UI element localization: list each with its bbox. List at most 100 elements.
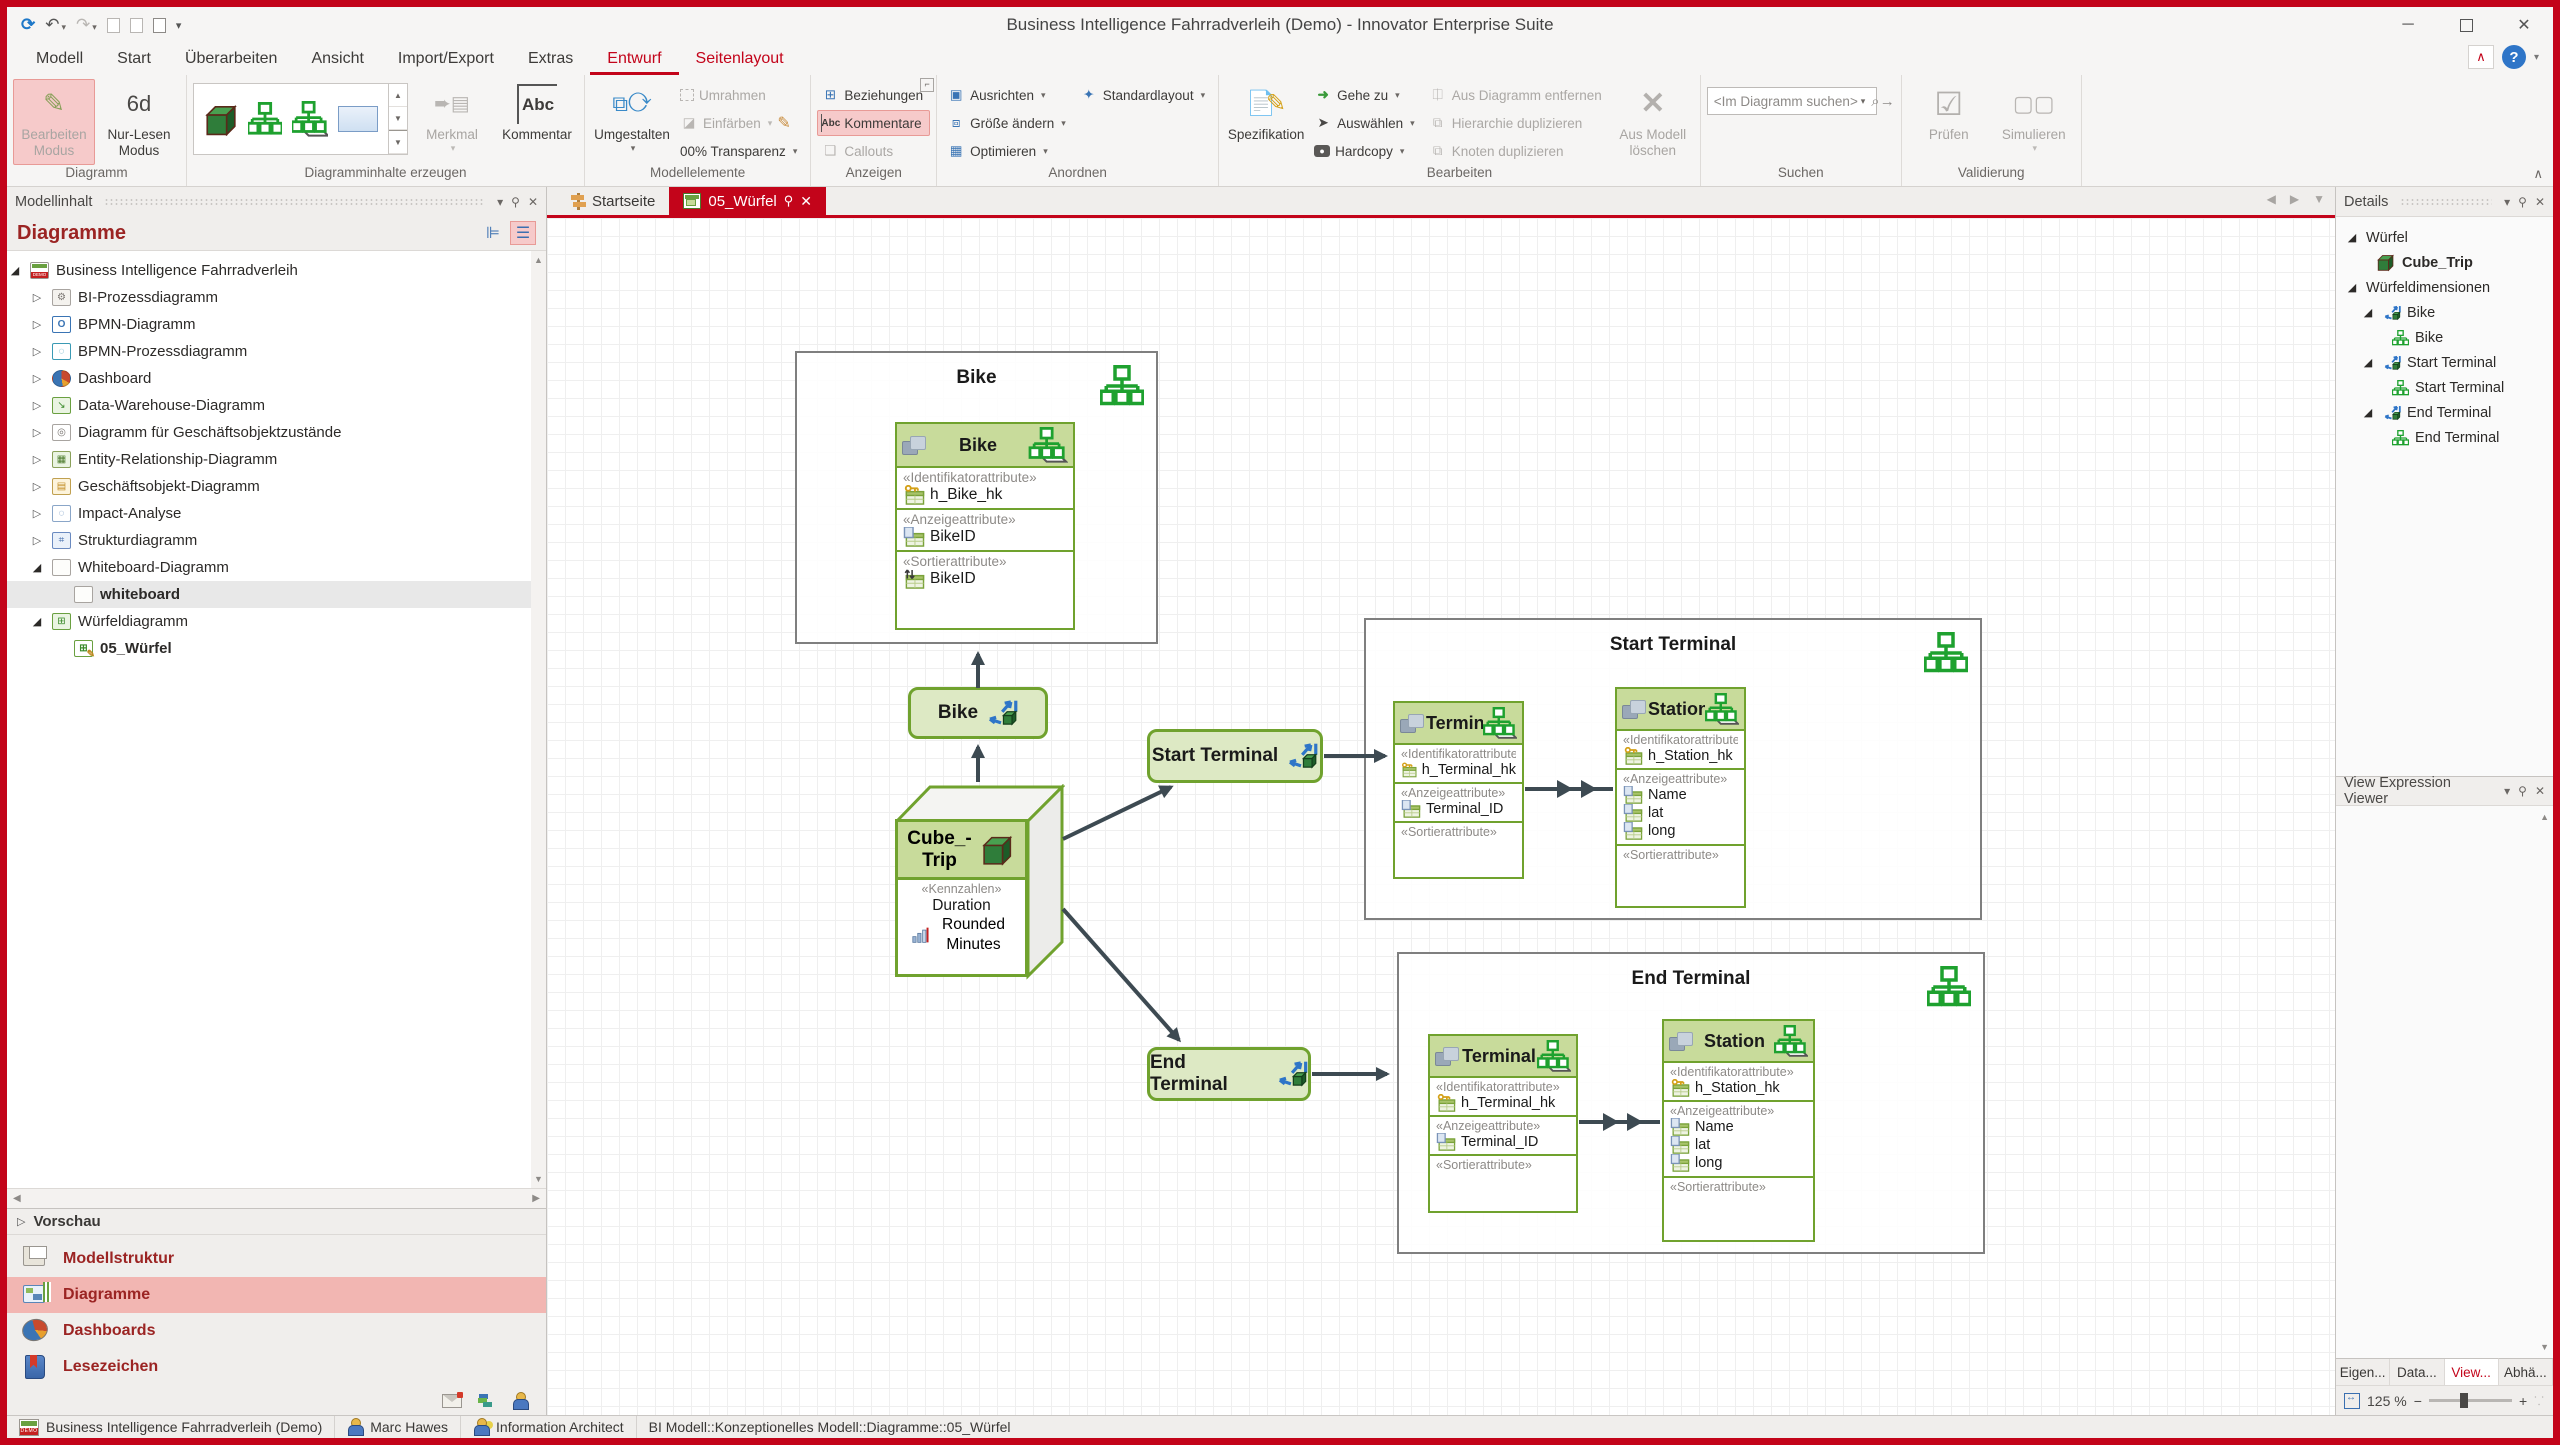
tab-data[interactable]: Data... — [2390, 1359, 2444, 1385]
tab-view[interactable]: View... — [2445, 1358, 2499, 1385]
redo-icon[interactable]: ↷▾ — [76, 15, 97, 35]
maximize-button[interactable] — [2437, 7, 2495, 43]
tree-item-er-diagramm[interactable]: ▷▦Entity-Relationship-Diagramm — [7, 446, 546, 473]
beziehungen-button[interactable]: ⊞ Beziehungen — [817, 82, 930, 108]
tab-start[interactable]: Start — [100, 45, 168, 75]
paste-icon[interactable] — [130, 18, 143, 33]
ausrichten-button[interactable]: ▣ Ausrichten▾ — [943, 82, 1073, 108]
diagram-search-input[interactable] — [1707, 87, 1877, 115]
pruefen-button[interactable]: ☑ Prüfen — [1908, 79, 1990, 165]
zoom-slider-handle[interactable] — [2460, 1393, 2468, 1408]
tree-item-bpmn-prozessdiagramm[interactable]: ▷◌BPMN-Prozessdiagramm — [7, 338, 546, 365]
merkmal-button[interactable]: ➨▤ Merkmal▾ — [411, 79, 493, 165]
viewer-close-icon[interactable]: ✕ — [2535, 784, 2545, 798]
tree-item-wuerfeldiagramm[interactable]: ◢⊞Würfeldiagramm — [7, 608, 546, 635]
hardcopy-button[interactable]: ● Hardcopy▾ — [1310, 138, 1422, 164]
standardlayout-button[interactable]: ✦ Standardlayout▾ — [1076, 82, 1212, 108]
nur-lesen-modus-button[interactable]: 6d Nur-Lesen Modus — [98, 79, 180, 165]
details-item-cube-trip[interactable]: Cube_Trip — [2336, 250, 2553, 275]
tabs-list-icon[interactable]: ▼ — [2313, 192, 2325, 206]
tree-item-dashboard[interactable]: ▷Dashboard — [7, 365, 546, 392]
details-item-end-terminal[interactable]: ◢End Terminal — [2336, 400, 2553, 425]
hierarchie-duplizieren-button[interactable]: ⧉ Hierarchie duplizieren — [1425, 110, 1609, 136]
sync-icon[interactable]: ⟳ — [21, 15, 35, 35]
hierarchy-shape-icon[interactable] — [248, 102, 282, 136]
aus-diagramm-entfernen-button[interactable]: ⎅ Aus Diagramm entfernen — [1425, 82, 1609, 108]
groesse-aendern-button[interactable]: ⧈ Größe ändern▾ — [943, 110, 1073, 136]
pin-ribbon-icon[interactable]: ∧ — [2468, 45, 2494, 69]
panel-dropdown-icon[interactable]: ▾ — [497, 195, 503, 209]
details-item-start-terminal[interactable]: ◢Start Terminal — [2336, 350, 2553, 375]
status-model[interactable]: Business Intelligence Fahrradverleih (De… — [7, 1416, 335, 1438]
mail-icon[interactable] — [442, 1394, 462, 1408]
nav-dashboards[interactable]: Dashboards — [7, 1313, 546, 1349]
customize-quick-access-icon[interactable]: ▾ — [176, 19, 182, 32]
tree-item-data-warehouse[interactable]: ▷↘Data-Warehouse-Diagramm — [7, 392, 546, 419]
umrahmen-button[interactable]: Umrahmen — [676, 82, 804, 108]
bike-entity[interactable]: Bike «Identifikatorattribute» h_Bike_hk … — [895, 422, 1075, 630]
details-item-start-terminal-hierarchy[interactable]: Start Terminal — [2336, 375, 2553, 400]
hierarchy-page-shape-icon[interactable] — [292, 101, 328, 137]
help-dropdown-icon[interactable]: ▾ — [2534, 52, 2539, 63]
terminal-entity-start[interactable]: Terminal «Identifikatorattribute» h_Term… — [1393, 701, 1524, 879]
knoten-duplizieren-button[interactable]: ⧉ Knoten duplizieren — [1425, 138, 1609, 164]
viewer-scroll-down-icon[interactable]: ▼ — [2540, 1342, 2549, 1352]
tab-abhaengigkeiten[interactable]: Abhä... — [2499, 1359, 2553, 1385]
org-structure-icon[interactable] — [478, 1393, 496, 1409]
viewer-dropdown-icon[interactable]: ▾ — [2504, 784, 2510, 798]
station-entity-end[interactable]: Station «Identifikatorattribute» h_Stati… — [1662, 1019, 1815, 1242]
search-dropdown-icon[interactable]: ▾ — [1861, 96, 1866, 107]
tab-extras[interactable]: Extras — [511, 45, 590, 75]
gallery-up-icon[interactable]: ▲ — [389, 84, 407, 107]
tree-item-strukturdiagramm[interactable]: ▷⌗Strukturdiagramm — [7, 527, 546, 554]
details-close-icon[interactable]: ✕ — [2535, 195, 2545, 209]
tree-item-geschaeftsobjektzustaende[interactable]: ▷◎Diagramm für Geschäftsobjektzustände — [7, 419, 546, 446]
tree-view-icon[interactable]: ⊫ — [480, 221, 506, 245]
close-button[interactable]: ✕ — [2495, 7, 2553, 43]
nav-diagramme[interactable]: Diagramme — [7, 1277, 546, 1313]
user-icon[interactable] — [512, 1392, 528, 1410]
zoom-out-icon[interactable]: − — [2414, 1393, 2422, 1409]
zoom-in-icon[interactable]: + — [2519, 1393, 2527, 1409]
tree-vertical-scrollbar[interactable]: ▲▼ — [531, 251, 546, 1188]
viewer-scroll-up-icon[interactable]: ▲ — [2540, 812, 2549, 822]
collapse-ribbon-icon[interactable]: ∧ — [2533, 166, 2543, 182]
details-pin-icon[interactable]: ⚲ — [2518, 195, 2527, 209]
tree-horizontal-scrollbar[interactable]: ◀▶ — [7, 1188, 546, 1208]
gallery-expand-icon[interactable]: ▼ — [389, 130, 407, 154]
tab-modell[interactable]: Modell — [19, 45, 100, 75]
umgestalten-button[interactable]: ⧉⟳ Umgestalten▾ — [591, 79, 673, 165]
details-item-bike[interactable]: ◢Bike — [2336, 300, 2553, 325]
aus-modell-loeschen-button[interactable]: ✕ Aus Modell löschen — [1612, 79, 1694, 165]
kommentar-button[interactable]: Abc Kommentar — [496, 79, 578, 165]
status-user[interactable]: Marc Hawes — [335, 1416, 461, 1438]
tab-seitenlayout[interactable]: Seitenlayout — [679, 45, 801, 75]
gallery-down-icon[interactable]: ▼ — [389, 107, 407, 130]
tab-close-icon[interactable]: ✕ — [800, 193, 812, 210]
tab-startseite[interactable]: Startseite — [557, 187, 669, 215]
tree-item-05-wuerfel[interactable]: ⊞05_Würfel — [7, 635, 546, 662]
nav-lesezeichen[interactable]: Lesezeichen — [7, 1349, 546, 1385]
anzeigen-dialog-launcher[interactable]: ⌐ — [920, 78, 934, 92]
brush-icon[interactable]: ✎ — [777, 113, 790, 133]
tree-item-impact-analyse[interactable]: ▷◌Impact-Analyse — [7, 500, 546, 527]
simulieren-button[interactable]: ▢▢ Simulieren▾ — [1993, 79, 2075, 165]
status-role[interactable]: Information Architect — [461, 1416, 637, 1438]
end-terminal-dimension-node[interactable]: End Terminal — [1147, 1047, 1311, 1101]
copy-icon[interactable] — [107, 18, 120, 33]
tab-05-wuerfel[interactable]: 05_Würfel ⚲ ✕ — [669, 187, 826, 215]
tree-item-model-root[interactable]: ◢Business Intelligence Fahrradverleih — [7, 257, 546, 284]
zoom-slider[interactable] — [2429, 1399, 2512, 1402]
start-terminal-dimension-node[interactable]: Start Terminal — [1147, 729, 1323, 783]
tabs-scroll-right-icon[interactable]: ▶ — [2290, 192, 2299, 206]
einfaerben-button[interactable]: ◪ Einfärben▾ ✎ — [676, 110, 804, 136]
undo-icon[interactable]: ↶▾ — [45, 15, 66, 35]
optimieren-button[interactable]: ▦ Optimieren▾ — [943, 138, 1073, 164]
gehe-zu-button[interactable]: ➜ Gehe zu▾ — [1310, 82, 1422, 108]
fit-to-window-icon[interactable] — [2344, 1393, 2360, 1409]
resize-grip[interactable]: ⸪ — [2534, 1392, 2545, 1409]
terminal-entity-end[interactable]: Terminal «Identifikatorattribute» h_Term… — [1428, 1034, 1578, 1213]
tree-item-bpmn-diagramm[interactable]: ▷OBPMN-Diagramm — [7, 311, 546, 338]
tree-item-bi-prozessdiagramm[interactable]: ▷⚙BI-Prozessdiagramm — [7, 284, 546, 311]
tab-import-export[interactable]: Import/Export — [381, 45, 511, 75]
